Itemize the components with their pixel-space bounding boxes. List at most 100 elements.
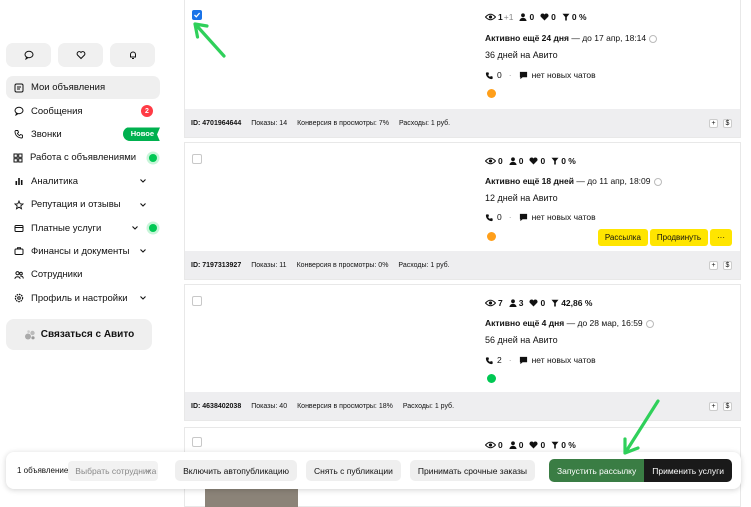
listing-checkbox[interactable] [192, 296, 202, 306]
more-button[interactable]: ··· [710, 229, 732, 246]
chats-status: нет новых чатов [531, 212, 596, 222]
sidebar-item-calls[interactable]: Звонки Новое [6, 123, 160, 146]
sidebar-nav: Мои объявления Сообщения 2 Звонки Новое … [6, 76, 160, 310]
chevron-down-icon [140, 202, 146, 207]
views-increment: +1 [503, 12, 514, 22]
impressions: Показы: 40 [251, 402, 288, 410]
eye-icon [485, 157, 496, 165]
sidebar-item-label: Аналитика [31, 175, 79, 187]
calls-count: 2 [497, 355, 502, 365]
sidebar-item-analytics[interactable]: Аналитика [6, 170, 160, 193]
views-count: 1 [498, 12, 503, 22]
info-icon[interactable] [645, 319, 654, 328]
eye-icon [485, 13, 496, 21]
calls-chats-row: 0 · нет новых чатов [485, 212, 596, 222]
sidebar-item-label: Сообщения [31, 105, 83, 117]
listing-status: Активно ещё 24 дня — до 17 апр, 18:14 [485, 33, 658, 43]
days-on-avito: 12 дней на Авито [485, 193, 558, 203]
listing-stats: 0 0 0 0 % [485, 156, 582, 166]
conversion-value: 42,86 % [561, 298, 593, 308]
sidebar-item-employees[interactable]: Сотрудники [6, 263, 160, 286]
info-icon[interactable] [653, 177, 662, 186]
calls-chats-row: 2 · нет новых чатов [485, 355, 596, 365]
expenses: Расходы: 1 руб. [398, 119, 451, 127]
messages-shortcut-button[interactable] [6, 43, 51, 67]
person-icon [509, 441, 517, 449]
days-on-avito: 56 дней на Авито [485, 335, 558, 345]
funnel-icon [551, 299, 559, 307]
heart-icon [529, 157, 538, 165]
promote-button[interactable]: Продвинуть [649, 229, 708, 246]
sidebar-item-paid-services[interactable]: Платные услуги [6, 216, 160, 239]
chat-icon [519, 213, 527, 221]
listing-footer: ID: 4701964644 Показы: 14 Конверсия в пр… [185, 109, 740, 137]
listing-stats: 1 +1 0 0 0 % [485, 12, 593, 22]
days-on-avito: 36 дней на Авито [485, 50, 558, 60]
unpublish-button[interactable]: Снять с публикации [305, 460, 401, 481]
start-mailing-button[interactable]: Запустить рассылку [548, 459, 645, 482]
contacts-count: 0 [529, 12, 535, 22]
accept-urgent-orders-button[interactable]: Принимать срочные заказы [409, 460, 535, 481]
info-icon[interactable] [649, 34, 658, 43]
listing-card: 0 0 0 0 % Активно ещё 18 дней — до 11 ап… [184, 142, 741, 280]
chevron-down-icon [140, 296, 146, 300]
listing-stats: 7 3 0 42,86 % [485, 298, 598, 308]
phone-icon [485, 356, 493, 364]
list-icon [13, 82, 24, 93]
chats-status: нет новых чатов [531, 355, 596, 365]
promotion-icon [487, 89, 496, 98]
avito-dots-icon [24, 329, 36, 341]
conversion-value: 0 % [561, 440, 576, 450]
money-icon[interactable]: $ [723, 402, 732, 411]
top-icon-bar [6, 43, 155, 67]
new-badge: Новое [122, 127, 160, 142]
listing-checkbox[interactable] [192, 437, 202, 447]
money-icon[interactable]: $ [723, 261, 732, 270]
favorites-count: 0 [551, 12, 556, 22]
promotion-icon [487, 232, 496, 241]
sidebar-item-my-listings[interactable]: Мои объявления [6, 76, 160, 100]
person-icon [519, 13, 527, 21]
favorites-shortcut-button[interactable] [58, 43, 103, 67]
apply-services-button[interactable]: Применить услуги [644, 459, 732, 482]
sidebar-item-profile[interactable]: Профиль и настройки [6, 287, 160, 310]
sidebar-item-label: Работа с объявлениями [30, 152, 137, 164]
chat-icon [519, 71, 527, 79]
favorites-count: 0 [540, 440, 546, 450]
enable-autopublish-button[interactable]: Включить автопубликацию [175, 460, 297, 481]
contact-avito-button[interactable]: Связаться с Авито [6, 319, 152, 350]
sidebar-item-reputation[interactable]: Репутация и отзывы [6, 193, 160, 216]
listing-id: ID: 4701964644 [191, 119, 242, 127]
person-icon [509, 157, 517, 165]
sidebar-item-listing-work[interactable]: Работа с объявлениями [6, 146, 160, 169]
heart-icon [76, 51, 85, 60]
unread-badge: 2 [141, 105, 153, 118]
listing-photo[interactable] [205, 487, 298, 507]
contact-avito-label: Связаться с Авито [40, 329, 135, 340]
views-count: 7 [498, 298, 503, 308]
status-date-text: — до 11 апр, 18:09 [573, 176, 651, 186]
mailing-button[interactable]: Рассылка [597, 229, 648, 246]
listing-footer: ID: 7197313927 Показы: 11 Конверсия в пр… [185, 251, 740, 279]
add-icon[interactable]: + [709, 119, 718, 128]
favorites-count: 0 [540, 156, 546, 166]
add-icon[interactable]: + [709, 402, 718, 411]
chat-icon [519, 356, 527, 364]
sidebar-item-label: Сотрудники [31, 269, 83, 281]
sidebar-item-messages[interactable]: Сообщения 2 [6, 99, 160, 122]
status-date-text: — до 17 апр, 18:14 [569, 33, 647, 43]
listing-checkbox[interactable] [192, 154, 202, 164]
notifications-shortcut-button[interactable] [110, 43, 155, 67]
listing-status: Активно ещё 4 дня — до 28 мар, 16:59 [485, 318, 654, 328]
promotion-icon [487, 374, 496, 383]
sidebar-item-finance[interactable]: Финансы и документы [6, 240, 160, 263]
listing-checkbox[interactable] [192, 10, 202, 20]
add-icon[interactable]: + [709, 261, 718, 270]
chevron-down-icon [140, 249, 146, 254]
money-icon[interactable]: $ [723, 119, 732, 128]
funnel-icon [551, 441, 559, 449]
listing-id: ID: 7197313927 [191, 261, 242, 269]
employee-select[interactable]: Выбрать сотрудника [68, 460, 159, 481]
chevron-down-icon [132, 226, 138, 230]
sidebar-item-label: Мои объявления [31, 82, 106, 94]
